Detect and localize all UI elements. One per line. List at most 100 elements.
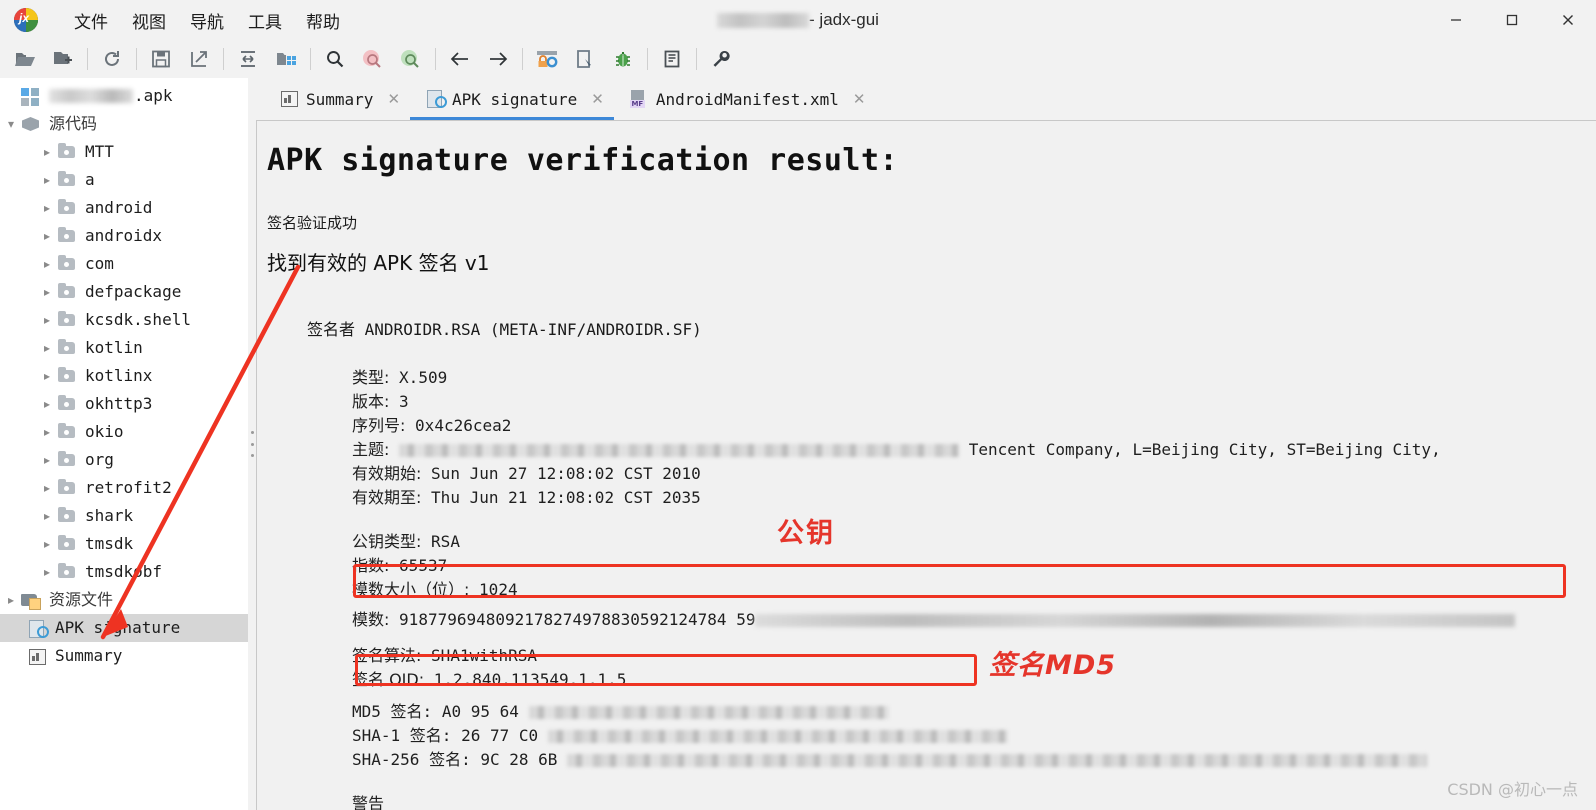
summary-label: Summary xyxy=(55,646,123,665)
pane-splitter[interactable] xyxy=(248,78,256,810)
main-split: .apk ▾ 源代码 ▸ MTT ▸ a ▸ android ▸ android… xyxy=(0,78,1596,810)
chevron-right-icon[interactable]: ▸ xyxy=(38,285,56,299)
forward-icon[interactable] xyxy=(479,43,517,75)
editor-area: Summary ✕ APK signature ✕ AndroidManifes… xyxy=(256,78,1596,810)
chevron-right-icon[interactable]: ▸ xyxy=(38,425,56,439)
package-label: retrofit2 xyxy=(85,478,172,497)
field-value: 1024 xyxy=(479,580,518,599)
search-icon[interactable] xyxy=(316,43,354,75)
tree-node-package-okio[interactable]: ▸ okio xyxy=(0,418,248,446)
chevron-right-icon[interactable]: ▸ xyxy=(38,341,56,355)
sha1-redacted xyxy=(547,730,1008,743)
manifest-icon xyxy=(628,89,648,109)
tab-android-manifest[interactable]: AndroidManifest.xml ✕ xyxy=(614,78,876,120)
tree-node-package-androidx[interactable]: ▸ androidx xyxy=(0,222,248,250)
field-valid-from: 有效期始: Sun Jun 27 12:08:02 CST 2010 xyxy=(352,462,1596,486)
field-modulus: 模数: 9187796948092178274978830592124784 5… xyxy=(352,608,1596,632)
minimize-button[interactable] xyxy=(1428,0,1484,40)
field-key: SHA-256 签名: xyxy=(352,750,471,769)
menu-help[interactable]: 帮助 xyxy=(294,4,352,37)
tree-node-package-a[interactable]: ▸ a xyxy=(0,166,248,194)
tree-node-package-defpackage[interactable]: ▸ defpackage xyxy=(0,278,248,306)
maximize-button[interactable] xyxy=(1484,0,1540,40)
folder-icon xyxy=(56,227,78,245)
field-key: 签名算法: xyxy=(352,646,422,665)
tree-node-package-kotlinx[interactable]: ▸ kotlinx xyxy=(0,362,248,390)
close-button[interactable] xyxy=(1540,0,1596,40)
tree-node-apk-signature[interactable]: APK signature xyxy=(0,614,248,642)
tab-apk-signature[interactable]: APK signature ✕ xyxy=(410,78,614,120)
chevron-right-icon[interactable]: ▸ xyxy=(38,173,56,187)
chevron-right-icon[interactable]: ▸ xyxy=(38,481,56,495)
preferences-wrench-icon[interactable] xyxy=(702,43,740,75)
summary-icon xyxy=(278,89,298,109)
field-key: 主题: xyxy=(352,440,390,459)
tree-node-package-MTT[interactable]: ▸ MTT xyxy=(0,138,248,166)
chevron-right-icon[interactable]: ▸ xyxy=(38,257,56,271)
field-md5-digest: MD5 签名: A0 95 64 xyxy=(352,700,1596,724)
flatten-packages-icon[interactable] xyxy=(267,43,305,75)
chevron-down-icon[interactable]: ▾ xyxy=(2,117,20,131)
tree-node-package-tmsdkobf[interactable]: ▸ tmsdkobf xyxy=(0,558,248,586)
field-key: 模数大小（位）: xyxy=(352,580,470,599)
package-label: kotlin xyxy=(85,338,143,357)
tree-node-apk-root[interactable]: .apk xyxy=(0,82,248,110)
deobfuscation-icon[interactable] xyxy=(528,43,566,75)
menu-tools[interactable]: 工具 xyxy=(236,4,294,37)
search-comment-icon[interactable] xyxy=(392,43,430,75)
menu-view[interactable]: 视图 xyxy=(120,4,178,37)
signature-result-viewer[interactable]: APK signature verification result: 签名验证成… xyxy=(256,120,1596,810)
chevron-right-icon[interactable]: ▸ xyxy=(38,229,56,243)
folder-icon xyxy=(56,367,78,385)
debugger-bug-icon[interactable] xyxy=(604,43,642,75)
field-value: 65537 xyxy=(399,556,448,575)
field-key: 版本: xyxy=(352,392,390,411)
tree-node-summary[interactable]: Summary xyxy=(0,642,248,670)
collapse-all-icon[interactable] xyxy=(229,43,267,75)
tree-node-package-com[interactable]: ▸ com xyxy=(0,250,248,278)
tree-node-source-code[interactable]: ▾ 源代码 xyxy=(0,110,248,138)
chevron-right-icon[interactable]: ▸ xyxy=(38,453,56,467)
chevron-right-icon[interactable]: ▸ xyxy=(38,313,56,327)
tree-node-package-kotlin[interactable]: ▸ kotlin xyxy=(0,334,248,362)
field-key: MD5 签名: xyxy=(352,702,433,721)
splitter-grip[interactable] xyxy=(250,431,254,457)
chevron-right-icon[interactable]: ▸ xyxy=(38,201,56,215)
tree-node-package-org[interactable]: ▸ org xyxy=(0,446,248,474)
chevron-right-icon[interactable]: ▸ xyxy=(38,369,56,383)
chevron-right-icon[interactable]: ▸ xyxy=(38,565,56,579)
chevron-right-icon[interactable]: ▸ xyxy=(38,397,56,411)
modulus-redacted xyxy=(755,614,1516,627)
tree-node-package-okhttp3[interactable]: ▸ okhttp3 xyxy=(0,390,248,418)
save-all-icon[interactable] xyxy=(142,43,180,75)
quark-device-icon[interactable] xyxy=(566,43,604,75)
field-modulus-size: 模数大小（位）: 1024 xyxy=(352,578,1596,602)
chevron-right-icon[interactable]: ▸ xyxy=(38,537,56,551)
field-value: A0 95 64 xyxy=(441,702,519,721)
project-tree[interactable]: .apk ▾ 源代码 ▸ MTT ▸ a ▸ android ▸ android… xyxy=(0,78,248,810)
tab-close-icon[interactable]: ✕ xyxy=(853,90,866,108)
tree-node-package-shark[interactable]: ▸ shark xyxy=(0,502,248,530)
reload-icon[interactable] xyxy=(93,43,131,75)
menu-file[interactable]: 文件 xyxy=(62,4,120,37)
tree-node-package-android[interactable]: ▸ android xyxy=(0,194,248,222)
tree-node-package-tmsdk[interactable]: ▸ tmsdk xyxy=(0,530,248,558)
tree-node-package-kcsdk-shell[interactable]: ▸ kcsdk.shell xyxy=(0,306,248,334)
chevron-right-icon[interactable]: ▸ xyxy=(2,593,20,607)
folder-icon xyxy=(56,535,78,553)
menu-navigation[interactable]: 导航 xyxy=(178,4,236,37)
tree-node-package-retrofit2[interactable]: ▸ retrofit2 xyxy=(0,474,248,502)
chevron-right-icon[interactable]: ▸ xyxy=(38,145,56,159)
tab-close-icon[interactable]: ✕ xyxy=(591,90,604,108)
open-file-icon[interactable] xyxy=(6,43,44,75)
back-icon[interactable] xyxy=(441,43,479,75)
add-files-icon[interactable] xyxy=(44,43,82,75)
tree-node-resources[interactable]: ▸ 资源文件 xyxy=(0,586,248,614)
md5-redacted xyxy=(528,706,889,719)
chevron-right-icon[interactable]: ▸ xyxy=(38,509,56,523)
export-gradle-icon[interactable] xyxy=(180,43,218,75)
tab-close-icon[interactable]: ✕ xyxy=(387,90,400,108)
tab-summary[interactable]: Summary ✕ xyxy=(264,78,410,120)
search-class-icon[interactable] xyxy=(354,43,392,75)
log-viewer-icon[interactable] xyxy=(653,43,691,75)
